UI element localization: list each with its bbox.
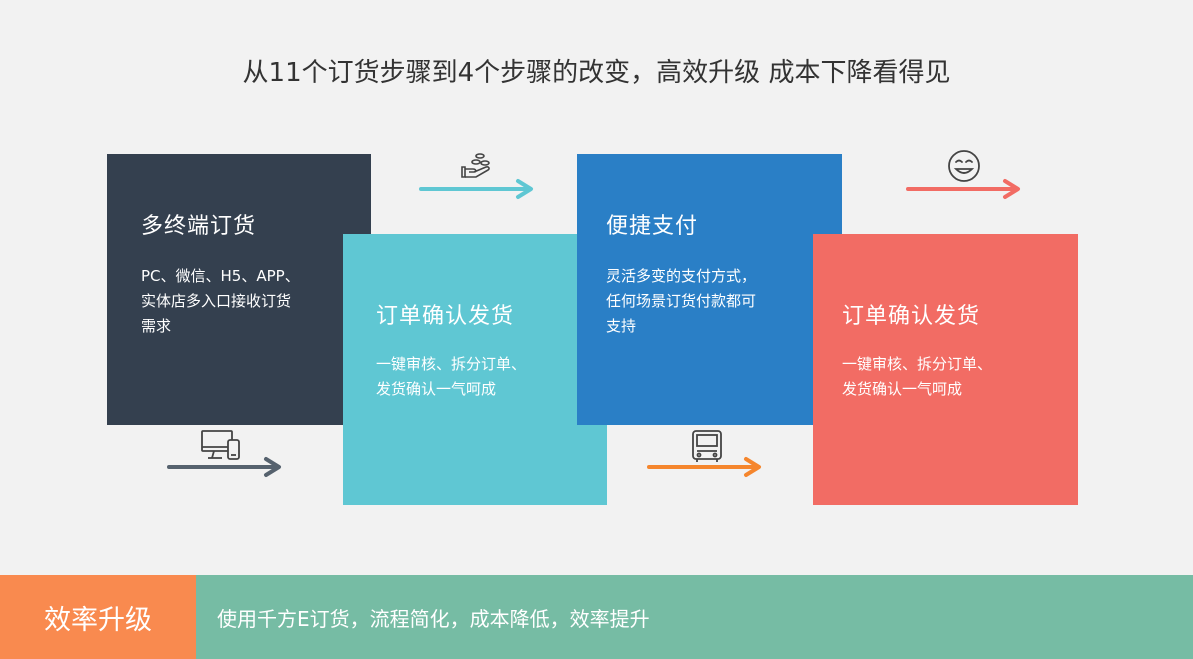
arrow-right-coral	[906, 179, 1020, 199]
arrow-right-slate	[167, 457, 281, 477]
card-description: 灵活多变的支付方式， 任何场景订货付款都可 支持	[606, 267, 757, 335]
card-description: 一键审核、拆分订单、 发货确认一气呵成	[376, 355, 527, 398]
card-title: 订单确认发货	[842, 304, 981, 329]
arrow-right-teal	[419, 179, 533, 199]
step-card-order-confirm-2: 订单确认发货 一键审核、拆分订单、 发货确认一气呵成	[813, 234, 1078, 505]
card-title: 订单确认发货	[376, 304, 515, 329]
page-title: 从11个订货步骤到4个步骤的改变，高效升级 成本下降看得见	[242, 58, 951, 88]
card-title: 多终端订货	[141, 214, 257, 239]
step-card-order-confirm: 订单确认发货 一键审核、拆分订单、 发货确认一气呵成	[343, 234, 607, 505]
card-description: PC、微信、H5、APP、 实体店多入口接收订货 需求	[141, 267, 300, 335]
step-card-multi-terminal: 多终端订货 PC、微信、H5、APP、 实体店多入口接收订货 需求	[107, 154, 371, 425]
card-title: 便捷支付	[606, 214, 699, 239]
step-card-payment: 便捷支付 灵活多变的支付方式， 任何场景订货付款都可 支持	[577, 154, 842, 425]
arrow-right-orange	[647, 457, 761, 477]
efficiency-upgrade-label: 效率升级	[0, 575, 196, 659]
efficiency-upgrade-text: 使用千方E订货，流程简化，成本降低，效率提升	[196, 575, 1193, 659]
card-description: 一键审核、拆分订单、 发货确认一气呵成	[842, 355, 993, 398]
